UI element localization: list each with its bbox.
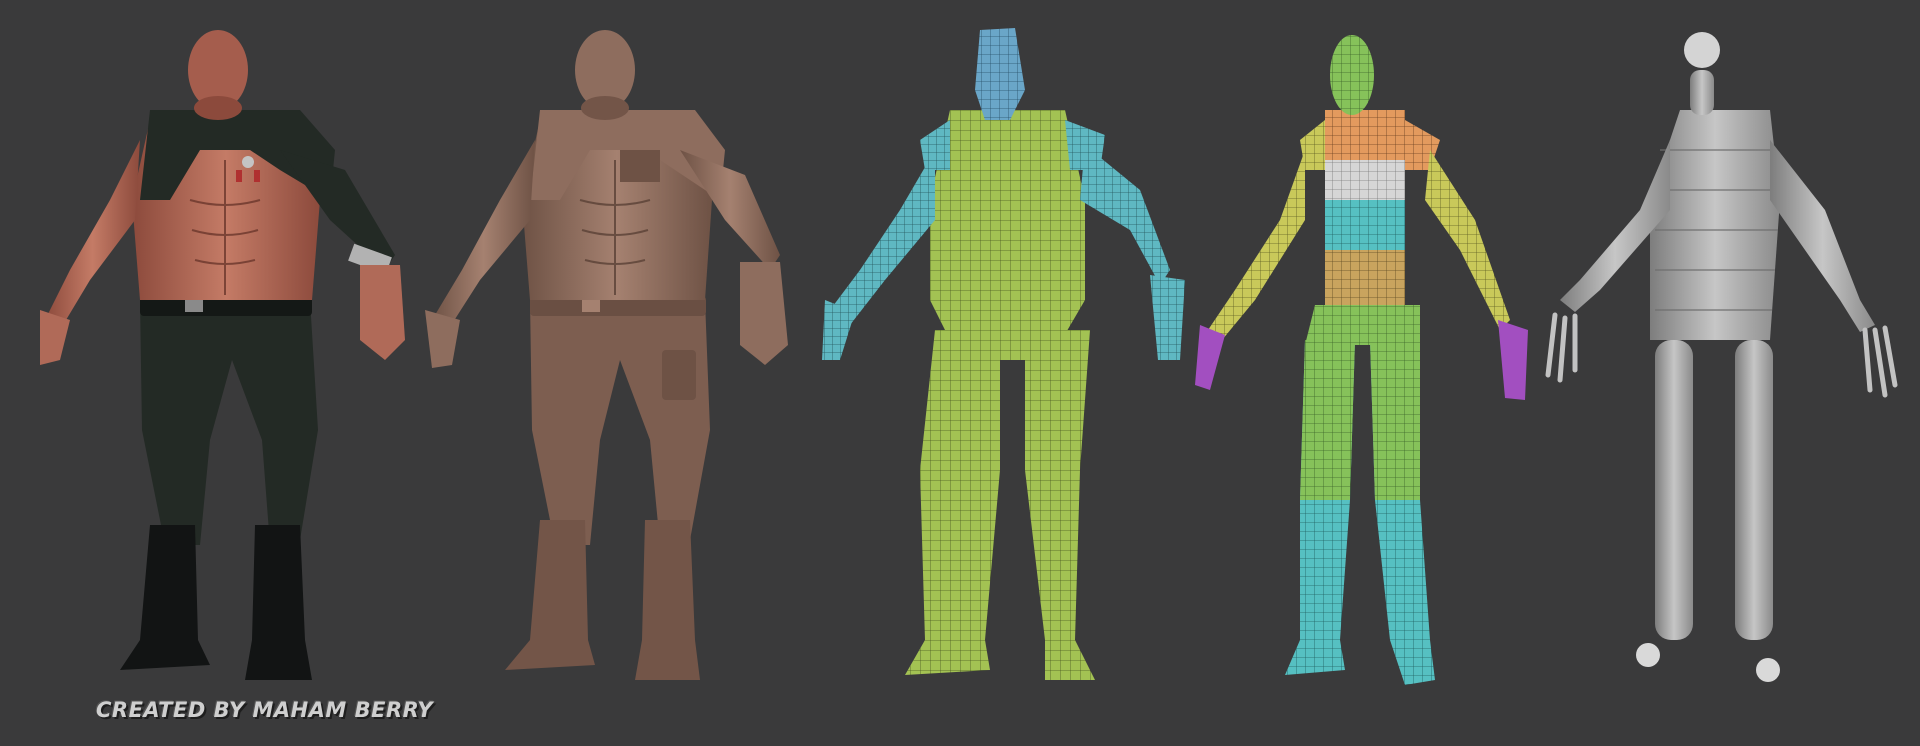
- creator-credit: CREATED BY MAHAM BERRY: [96, 698, 434, 722]
- character-turnaround-canvas: [40, 28, 1898, 685]
- retopology-mesh: [822, 28, 1185, 680]
- polygroup-base: [1195, 35, 1528, 685]
- textured-character: [40, 30, 405, 680]
- zsphere-armature: [1545, 32, 1898, 682]
- clay-sculpt: [425, 30, 788, 680]
